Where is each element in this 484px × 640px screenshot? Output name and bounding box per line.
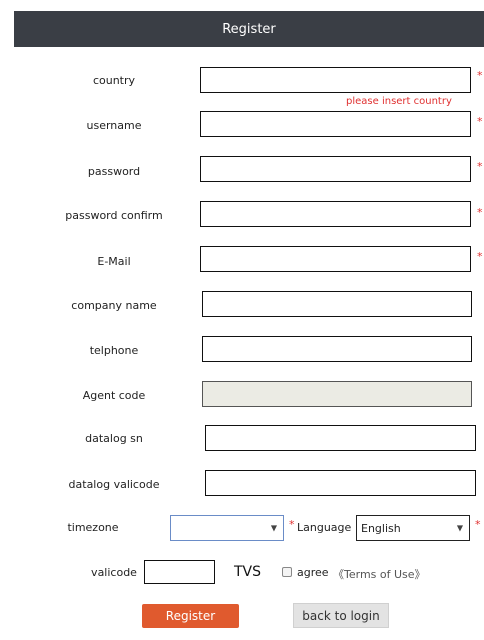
company-name-input[interactable] bbox=[202, 291, 472, 317]
password-label: password bbox=[87, 165, 141, 178]
required-mark: * bbox=[477, 250, 483, 263]
language-select[interactable]: English ▼ bbox=[356, 515, 470, 541]
required-mark: * bbox=[289, 518, 295, 531]
datalog-sn-input[interactable] bbox=[205, 425, 476, 451]
valicode-input[interactable] bbox=[144, 560, 215, 584]
required-mark: * bbox=[475, 518, 481, 531]
telphone-label: telphone bbox=[89, 344, 139, 357]
language-value: English bbox=[361, 521, 401, 535]
language-label: Language bbox=[297, 521, 352, 534]
required-mark: * bbox=[477, 160, 483, 173]
password-confirm-label: password confirm bbox=[65, 209, 163, 222]
username-input[interactable] bbox=[200, 111, 471, 137]
datalog-valicode-input[interactable] bbox=[205, 470, 476, 496]
email-label: E-Mail bbox=[97, 255, 131, 268]
company-name-label: company name bbox=[71, 299, 157, 312]
agent-code-label: Agent code bbox=[82, 389, 146, 402]
telphone-input[interactable] bbox=[202, 336, 472, 362]
email-input[interactable] bbox=[200, 246, 471, 272]
timezone-label: timezone bbox=[67, 521, 119, 534]
datalog-sn-label: datalog sn bbox=[85, 432, 143, 445]
agent-code-input bbox=[202, 381, 472, 407]
required-mark: * bbox=[477, 115, 483, 128]
page-title: Register bbox=[222, 21, 276, 37]
back-to-login-button[interactable]: back to login bbox=[293, 603, 389, 628]
country-label: country bbox=[92, 74, 136, 87]
country-input[interactable] bbox=[200, 67, 471, 93]
valicode-label: valicode bbox=[91, 566, 137, 579]
password-confirm-input[interactable] bbox=[200, 201, 471, 227]
username-label: username bbox=[86, 119, 142, 132]
password-input[interactable] bbox=[200, 156, 471, 182]
page-header: Register bbox=[14, 11, 484, 47]
chevron-down-icon: ▼ bbox=[456, 523, 463, 533]
timezone-select[interactable]: ▼ bbox=[170, 515, 284, 541]
captcha-image[interactable]: TVS bbox=[234, 564, 261, 580]
terms-of-use-link[interactable]: 《Terms of Use》 bbox=[333, 566, 426, 582]
register-button[interactable]: Register bbox=[142, 604, 239, 628]
agree-label: agree bbox=[297, 566, 329, 579]
chevron-down-icon: ▼ bbox=[270, 523, 277, 533]
required-mark: * bbox=[477, 69, 483, 82]
datalog-valicode-label: datalog valicode bbox=[68, 478, 160, 491]
country-error: please insert country bbox=[346, 96, 452, 107]
required-mark: * bbox=[477, 206, 483, 219]
agree-checkbox[interactable] bbox=[282, 567, 292, 577]
